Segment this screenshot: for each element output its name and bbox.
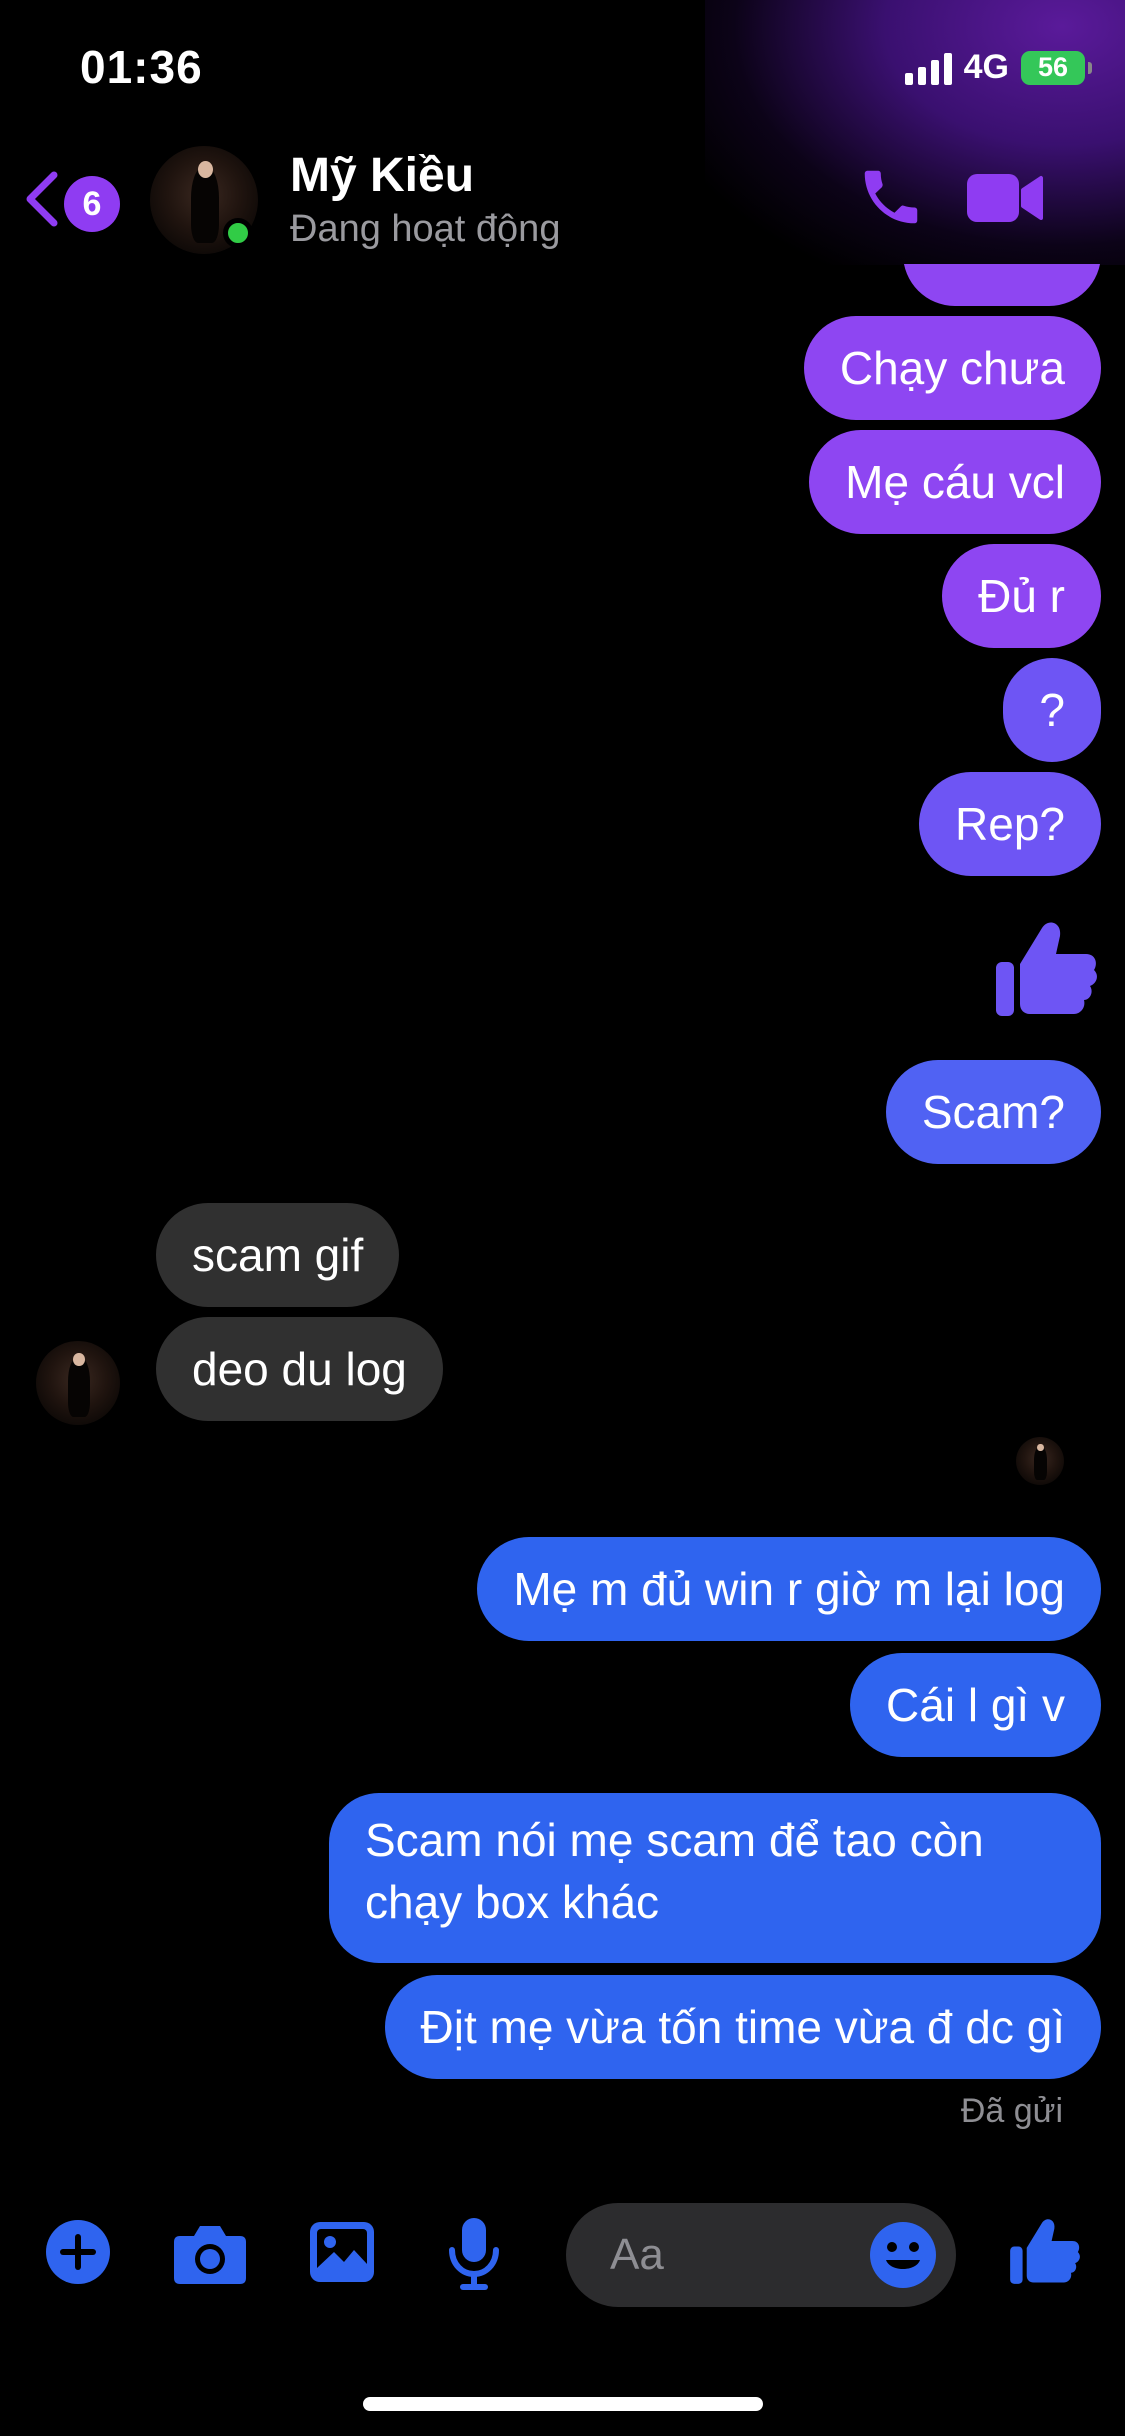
message-outgoing[interactable]: Mẹ cáu vcl (809, 430, 1101, 534)
contact-name[interactable]: Mỹ Kiều (290, 148, 474, 203)
plus-icon[interactable] (44, 2218, 112, 2286)
battery-icon: 56 (1021, 50, 1092, 85)
message-incoming[interactable]: deo du log (156, 1317, 443, 1421)
home-indicator[interactable] (363, 2397, 763, 2411)
message-outgoing[interactable]: Cái l gì v (850, 1653, 1101, 1757)
video-icon[interactable] (965, 168, 1045, 228)
message-outgoing[interactable]: Scam nói mẹ scam để tao còn chạy box khá… (329, 1793, 1101, 1963)
sender-avatar[interactable] (36, 1341, 120, 1425)
message-outgoing[interactable]: Scam? (885, 1060, 1101, 1164)
message-outgoing[interactable]: Mẹ m đủ win r giờ m lại log (477, 1537, 1101, 1641)
status-indicators: 4G 56 (904, 48, 1092, 87)
network-type: 4G (963, 48, 1009, 86)
seen-avatar (1016, 1437, 1064, 1485)
message-input[interactable]: Aa (566, 2203, 956, 2307)
chat-header: 6 Mỹ Kiều Đang hoạt động (0, 140, 1125, 265)
like-icon[interactable] (1006, 2212, 1082, 2288)
status-time: 01:36 (80, 41, 203, 93)
gallery-icon[interactable] (308, 2220, 376, 2284)
input-placeholder: Aa (610, 2230, 664, 2279)
sent-status: Đã gửi (960, 2092, 1063, 2130)
emoji-icon[interactable] (868, 2220, 938, 2290)
back-chevron-icon (26, 171, 58, 227)
phone-icon[interactable] (856, 162, 926, 232)
online-indicator (223, 218, 253, 248)
message-incoming[interactable]: scam gif (156, 1203, 400, 1307)
message-outgoing[interactable]: Địt mẹ vừa tốn time vừa đ dc gì (384, 1975, 1101, 2079)
battery-level: 56 (1037, 52, 1069, 82)
unread-badge: 6 (64, 176, 120, 232)
camera-icon[interactable] (172, 2222, 248, 2286)
message-outgoing[interactable]: ? (1003, 658, 1101, 762)
message-outgoing[interactable]: Rep? (919, 772, 1101, 876)
mic-icon[interactable] (446, 2216, 502, 2292)
message-outgoing[interactable]: Chạy chưa (803, 316, 1101, 420)
signal-icon (904, 51, 952, 85)
back-button[interactable]: 6 (22, 164, 132, 234)
thumbs-up-icon[interactable] (990, 912, 1100, 1022)
message-outgoing[interactable]: Đủ r (942, 544, 1101, 648)
active-status: Đang hoạt động (290, 208, 561, 250)
